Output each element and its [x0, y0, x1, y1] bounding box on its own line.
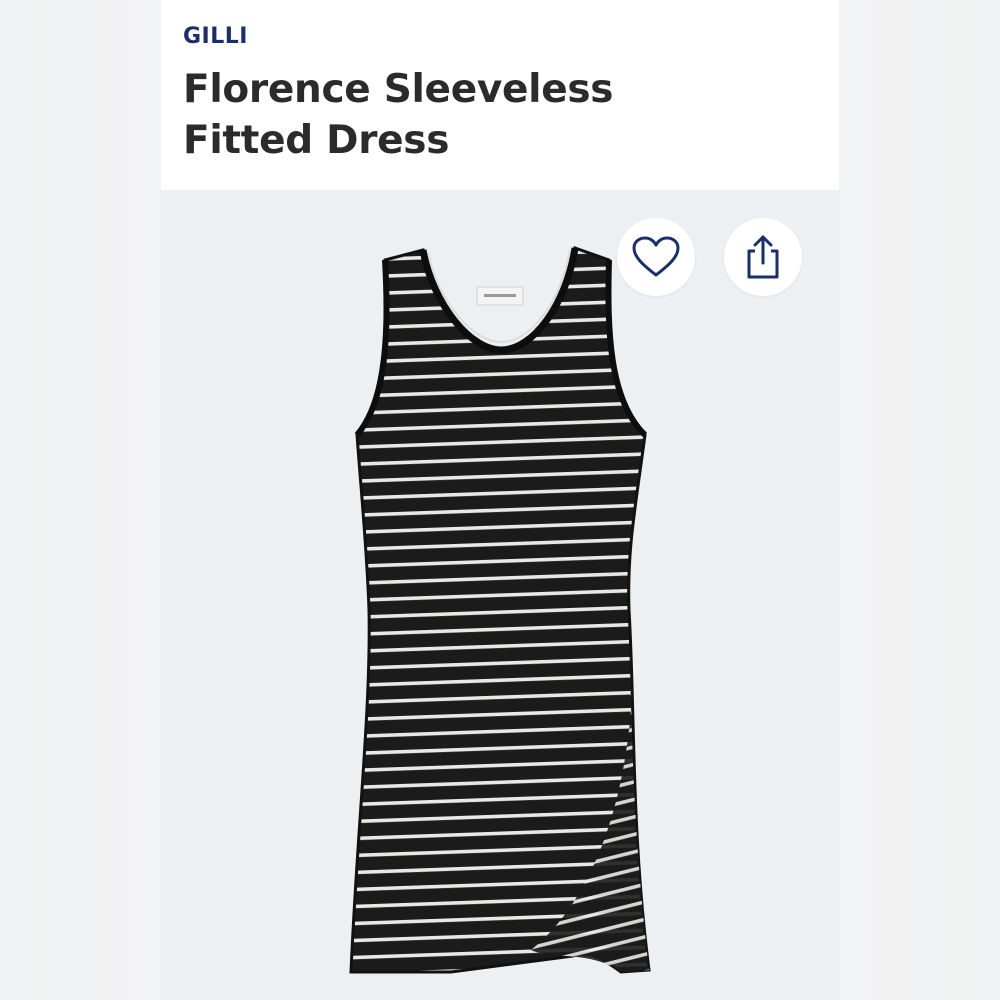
product-page: GILLI Florence Sleeveless Fitted Dress — [161, 0, 839, 1000]
heart-icon — [632, 236, 680, 277]
product-title: Florence Sleeveless Fitted Dress — [183, 67, 614, 163]
product-image — [349, 245, 651, 974]
product-image-container[interactable] — [161, 190, 839, 1000]
favorite-button[interactable] — [617, 218, 695, 296]
share-icon — [747, 235, 779, 279]
brand-name[interactable]: GILLI — [183, 24, 248, 49]
share-button[interactable] — [724, 218, 802, 296]
product-header: GILLI Florence Sleeveless Fitted Dress — [161, 0, 839, 190]
